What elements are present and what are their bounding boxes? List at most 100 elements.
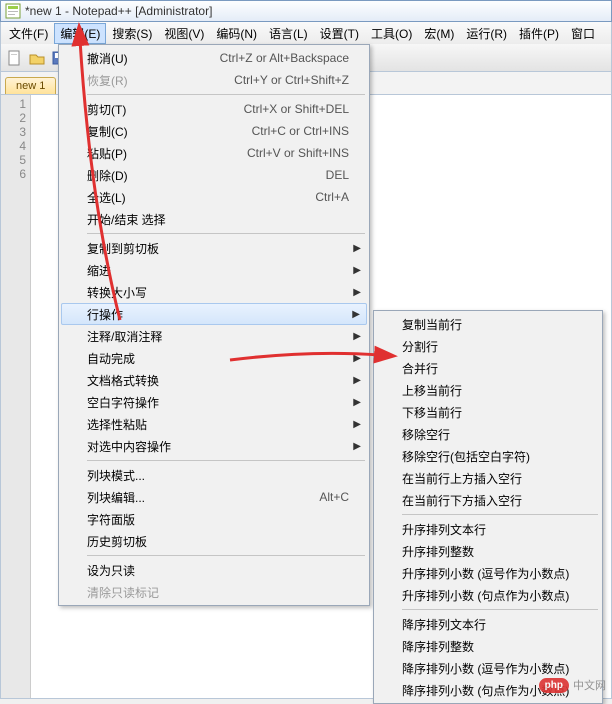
- menu-item[interactable]: 复制(C)Ctrl+C or Ctrl+INS: [61, 120, 367, 142]
- submenu-item[interactable]: 下移当前行: [376, 401, 600, 423]
- menu-item[interactable]: 设为只读: [61, 559, 367, 581]
- menu-item-label: 剪切(T): [87, 101, 244, 118]
- app-icon: [5, 3, 21, 19]
- submenu-item[interactable]: 在当前行上方插入空行: [376, 467, 600, 489]
- menu-item[interactable]: 删除(D)DEL: [61, 164, 367, 186]
- menu-item[interactable]: 开始/结束 选择: [61, 208, 367, 230]
- menu-item[interactable]: 文档格式转换▶: [61, 369, 367, 391]
- submenu-arrow-icon: ▶: [353, 287, 361, 298]
- submenu-item[interactable]: 在当前行下方插入空行: [376, 489, 600, 511]
- menu-separator: [87, 460, 365, 461]
- titlebar: *new 1 - Notepad++ [Administrator]: [0, 0, 612, 22]
- submenu-item-label: 降序排列整数: [402, 638, 474, 655]
- submenu-arrow-icon: ▶: [353, 331, 361, 342]
- menu-item[interactable]: 列块编辑...Alt+C: [61, 486, 367, 508]
- menu-run[interactable]: 运行(R): [460, 23, 513, 44]
- menu-window[interactable]: 窗口: [565, 23, 601, 44]
- menu-item-label: 删除(D): [87, 167, 326, 184]
- submenu-item[interactable]: 升序排列小数 (句点作为小数点): [376, 584, 600, 606]
- submenu-item-label: 升序排列文本行: [402, 521, 486, 538]
- submenu-item-label: 复制当前行: [402, 316, 462, 333]
- menu-item-accel: Ctrl+X or Shift+DEL: [244, 102, 349, 116]
- submenu-item[interactable]: 合并行: [376, 357, 600, 379]
- menu-macro[interactable]: 宏(M): [418, 23, 460, 44]
- submenu-item-label: 合并行: [402, 360, 438, 377]
- submenu-item-label: 降序排列小数 (逗号作为小数点): [402, 660, 569, 677]
- menu-item[interactable]: 全选(L)Ctrl+A: [61, 186, 367, 208]
- menu-separator: [87, 233, 365, 234]
- submenu-item[interactable]: 上移当前行: [376, 379, 600, 401]
- menu-item-label: 列块模式...: [87, 467, 349, 484]
- menu-settings[interactable]: 设置(T): [314, 23, 365, 44]
- menu-view[interactable]: 视图(V): [158, 23, 210, 44]
- menu-item[interactable]: 历史剪切板: [61, 530, 367, 552]
- submenu-item[interactable]: 降序排列小数 (逗号作为小数点): [376, 657, 600, 679]
- menu-tools[interactable]: 工具(O): [365, 23, 418, 44]
- menu-item-label: 对选中内容操作: [87, 438, 349, 455]
- menu-item[interactable]: 复制到剪切板▶: [61, 237, 367, 259]
- line-number: 6: [1, 167, 26, 181]
- submenu-item[interactable]: 移除空行(包括空白字符): [376, 445, 600, 467]
- menu-item[interactable]: 注释/取消注释 ▶: [61, 325, 367, 347]
- menu-item-label: 空白字符操作: [87, 394, 349, 411]
- menu-item-label: 列块编辑...: [87, 489, 319, 506]
- menu-item-label: 撤消(U): [87, 50, 220, 67]
- submenu-item[interactable]: 升序排列文本行: [376, 518, 600, 540]
- menu-edit[interactable]: 编辑(E): [54, 23, 106, 44]
- submenu-item[interactable]: 升序排列整数: [376, 540, 600, 562]
- open-file-icon[interactable]: [27, 48, 47, 68]
- menu-item[interactable]: 自动完成▶: [61, 347, 367, 369]
- submenu-arrow-icon: ▶: [353, 265, 361, 276]
- menubar: 文件(F) 编辑(E) 搜索(S) 视图(V) 编码(N) 语言(L) 设置(T…: [0, 22, 612, 44]
- submenu-item-label: 上移当前行: [402, 382, 462, 399]
- document-tab[interactable]: new 1: [5, 77, 56, 94]
- submenu-item[interactable]: 降序排列整数: [376, 635, 600, 657]
- menu-plugins[interactable]: 插件(P): [513, 23, 565, 44]
- menu-item-label: 缩进: [87, 262, 349, 279]
- menu-separator: [87, 94, 365, 95]
- menu-item[interactable]: 剪切(T)Ctrl+X or Shift+DEL: [61, 98, 367, 120]
- menu-item-label: 设为只读: [87, 562, 349, 579]
- submenu-item[interactable]: 降序排列文本行: [376, 613, 600, 635]
- menu-item[interactable]: 粘贴(P)Ctrl+V or Shift+INS: [61, 142, 367, 164]
- menu-separator: [402, 514, 598, 515]
- menu-item[interactable]: 行操作▶: [61, 303, 367, 325]
- menu-item[interactable]: 转换大小写▶: [61, 281, 367, 303]
- submenu-item[interactable]: 复制当前行: [376, 313, 600, 335]
- menu-item[interactable]: 字符面版: [61, 508, 367, 530]
- new-file-icon[interactable]: [5, 48, 25, 68]
- menu-item[interactable]: 空白字符操作▶: [61, 391, 367, 413]
- submenu-item[interactable]: 移除空行: [376, 423, 600, 445]
- edit-menu-dropdown: 撤消(U)Ctrl+Z or Alt+Backspace恢复(R)Ctrl+Y …: [58, 44, 370, 606]
- submenu-item[interactable]: 升序排列小数 (逗号作为小数点): [376, 562, 600, 584]
- menu-encoding[interactable]: 编码(N): [210, 23, 263, 44]
- window-title: *new 1 - Notepad++ [Administrator]: [25, 4, 212, 18]
- menu-item[interactable]: 撤消(U)Ctrl+Z or Alt+Backspace: [61, 47, 367, 69]
- menu-item-label: 历史剪切板: [87, 533, 349, 550]
- watermark-badge: php: [539, 678, 569, 693]
- submenu-item-label: 在当前行上方插入空行: [402, 470, 522, 487]
- menu-item-label: 粘贴(P): [87, 145, 247, 162]
- menu-file[interactable]: 文件(F): [3, 23, 54, 44]
- menu-item-label: 开始/结束 选择: [87, 211, 349, 228]
- menu-item[interactable]: 列块模式...: [61, 464, 367, 486]
- menu-language[interactable]: 语言(L): [263, 23, 314, 44]
- menu-item[interactable]: 选择性粘贴▶: [61, 413, 367, 435]
- submenu-item-label: 分割行: [402, 338, 438, 355]
- submenu-arrow-icon: ▶: [353, 441, 361, 452]
- menu-item-accel: Ctrl+Y or Ctrl+Shift+Z: [234, 73, 349, 87]
- menu-item-accel: Ctrl+Z or Alt+Backspace: [220, 51, 349, 65]
- menu-item-label: 复制(C): [87, 123, 252, 140]
- menu-item[interactable]: 缩进 ▶: [61, 259, 367, 281]
- menu-item-label: 注释/取消注释: [87, 328, 349, 345]
- line-number: 2: [1, 111, 26, 125]
- submenu-item[interactable]: 分割行: [376, 335, 600, 357]
- menu-item-label: 行操作: [87, 306, 349, 323]
- menu-item-label: 自动完成: [87, 350, 349, 367]
- menu-item-accel: Ctrl+A: [315, 190, 349, 204]
- menu-item[interactable]: 对选中内容操作 ▶: [61, 435, 367, 457]
- menu-item-accel: Alt+C: [319, 490, 349, 504]
- menu-separator: [87, 555, 365, 556]
- menu-search[interactable]: 搜索(S): [106, 23, 158, 44]
- line-number: 5: [1, 153, 26, 167]
